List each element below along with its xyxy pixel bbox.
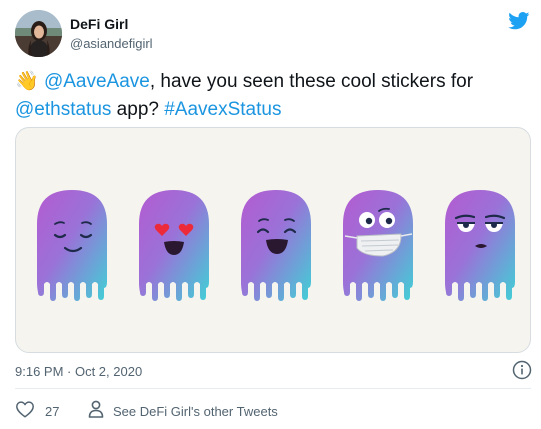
tweet-text-segment: , have you seen these cool stickers for — [149, 71, 474, 92]
like-button[interactable]: 27 — [15, 400, 59, 422]
avatar-photo — [15, 10, 62, 57]
waving-hand-emoji: 👋 — [15, 71, 39, 92]
tweet-text-segment: app? — [111, 99, 165, 120]
like-count: 27 — [45, 403, 60, 419]
person-icon — [88, 400, 104, 423]
sticker-laughing-ghost — [241, 190, 311, 301]
sticker-unamused-ghost — [445, 190, 515, 301]
other-tweets-link[interactable]: See DeFi Girl's other Tweets — [88, 400, 278, 422]
other-tweets-label: See DeFi Girl's other Tweets — [113, 403, 278, 419]
tweet-timestamp-link[interactable]: 9:16 PM · Oct 2, 2020 — [15, 364, 142, 379]
sticker-heart-eyes-ghost — [139, 190, 209, 301]
sticker-calm-ghost — [37, 190, 107, 301]
author-name[interactable]: DeFi Girl — [70, 16, 128, 32]
stickers-image — [37, 190, 515, 301]
heart-icon — [15, 400, 35, 423]
mention-aaveaave-link[interactable]: @AaveAave — [44, 71, 150, 92]
sticker-masked-ghost — [343, 190, 413, 301]
tweet-card: DeFi Girl @asiandefigirl 👋 @AaveAave, ha… — [0, 0, 541, 429]
tweet-text: 👋 @AaveAave, have you seen these cool st… — [15, 68, 525, 124]
author-handle[interactable]: @asiandefigirl — [70, 36, 153, 51]
twitter-bird-icon[interactable] — [508, 12, 530, 30]
hashtag-aavexstatus-link[interactable]: #AavexStatus — [164, 99, 281, 120]
footer-divider — [15, 388, 531, 389]
tweet-media[interactable] — [15, 127, 531, 353]
author-avatar[interactable] — [15, 10, 62, 57]
info-icon[interactable] — [512, 360, 532, 380]
mention-ethstatus-link[interactable]: @ethstatus — [15, 99, 111, 120]
